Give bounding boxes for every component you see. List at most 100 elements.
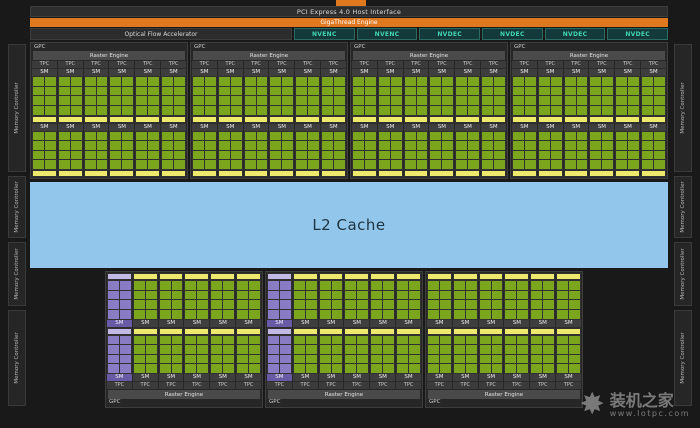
compute-unit-cell	[306, 355, 317, 364]
compute-unit-cell	[270, 96, 281, 105]
sm-unit-grid	[293, 280, 318, 320]
compute-unit-cell	[197, 345, 208, 354]
rt-core-bar	[110, 117, 133, 122]
compute-unit-cell	[513, 77, 524, 86]
sm-label: SM	[564, 124, 589, 131]
gpc-label: GPC	[107, 399, 261, 406]
compute-unit-cell	[353, 87, 364, 96]
compute-unit-cell	[440, 281, 451, 290]
compute-unit-cell	[223, 300, 234, 309]
compute-unit-cell	[110, 96, 121, 105]
sm-label: SM	[344, 374, 369, 381]
rt-core-bar	[322, 117, 345, 122]
compute-unit-cell	[193, 87, 204, 96]
compute-unit-cell	[280, 345, 291, 354]
tpc-label: TPC	[404, 61, 429, 68]
compute-unit-cell	[320, 291, 331, 300]
compute-unit-cell	[59, 151, 70, 160]
sm-label: SM	[109, 124, 134, 131]
compute-unit-cell	[97, 141, 108, 150]
compute-unit-cell	[85, 141, 96, 150]
compute-unit-cell	[466, 300, 477, 309]
sm-unit-grid	[564, 131, 589, 171]
compute-unit-cell	[543, 345, 554, 354]
sm-label: SM	[210, 374, 235, 381]
compute-unit-cell	[122, 96, 133, 105]
compute-unit-cell	[494, 96, 505, 105]
compute-unit-cell	[628, 96, 639, 105]
sm-block: SM	[133, 328, 158, 382]
compute-unit-cell	[430, 151, 441, 160]
compute-unit-cell	[397, 300, 408, 309]
compute-unit-cell	[332, 281, 343, 290]
compute-unit-cell	[456, 160, 467, 169]
compute-unit-cell	[332, 364, 343, 373]
compute-unit-cell	[456, 151, 467, 160]
compute-unit-cell	[146, 310, 157, 319]
compute-unit-cell	[417, 160, 428, 169]
compute-unit-cell	[365, 87, 376, 96]
sm-unit-grid	[192, 76, 217, 116]
compute-unit-cell	[466, 336, 477, 345]
compute-unit-cell	[257, 96, 268, 105]
compute-unit-cell	[280, 364, 291, 373]
compute-unit-cell	[513, 132, 524, 141]
sm-block: SM	[453, 328, 478, 382]
compute-unit-cell	[379, 87, 390, 96]
compute-unit-cell	[430, 77, 441, 86]
gpc-label: GPC	[512, 44, 666, 51]
memory-controller-left-0: Memory Controller	[8, 44, 26, 172]
rt-core-bar	[565, 171, 588, 176]
sm-unit-grid	[641, 131, 666, 171]
compute-unit-cell	[379, 132, 390, 141]
compute-unit-cell	[71, 141, 82, 150]
compute-unit-cell	[205, 160, 216, 169]
compute-unit-cell	[162, 77, 173, 86]
sm-label: SM	[404, 69, 429, 76]
sm-unit-grid	[58, 76, 83, 116]
compute-unit-cell	[294, 310, 305, 319]
compute-unit-cell	[282, 141, 293, 150]
rt-core-bar	[480, 274, 503, 279]
compute-unit-cell	[282, 151, 293, 160]
compute-unit-cell	[205, 141, 216, 150]
sm-label: SM	[556, 374, 581, 381]
compute-unit-cell	[539, 151, 550, 160]
sm-label: SM	[236, 320, 261, 327]
compute-unit-cell	[543, 355, 554, 364]
compute-unit-cell	[654, 96, 665, 105]
compute-unit-cell	[430, 106, 441, 115]
compute-unit-cell	[249, 281, 260, 290]
tpc-label: TPC	[589, 61, 614, 68]
sm-block: SM	[641, 124, 666, 178]
compute-unit-cell	[320, 345, 331, 354]
sm-unit-grid	[218, 131, 243, 171]
compute-unit-cell	[97, 87, 108, 96]
sm-unit-grid	[504, 335, 529, 375]
rt-core-bar	[379, 117, 402, 122]
compute-unit-cell	[539, 77, 550, 86]
compute-unit-cell	[45, 77, 56, 86]
compute-unit-cell	[391, 96, 402, 105]
compute-unit-cell	[108, 310, 119, 319]
rt-core-bar	[531, 274, 554, 279]
tpc-label: TPC	[641, 61, 666, 68]
gpc-top-1: GPCRaster EngineTPCSMSMTPCSMSMTPCSMSMTPC…	[190, 42, 348, 179]
compute-unit-cell	[219, 132, 230, 141]
rt-core-bar	[211, 329, 234, 334]
sm-unit-grid	[184, 335, 209, 375]
compute-unit-cell	[146, 355, 157, 364]
compute-unit-cell	[193, 96, 204, 105]
tpc-label: TPC	[321, 61, 346, 68]
compute-unit-cell	[454, 364, 465, 373]
compute-unit-cell	[642, 106, 653, 115]
sm-unit-grid	[396, 335, 421, 375]
tpc-label: TPC	[352, 61, 377, 68]
rt-core-bar	[322, 171, 345, 176]
compute-unit-cell	[565, 132, 576, 141]
sm-unit-grid	[530, 280, 555, 320]
compute-unit-cell	[332, 310, 343, 319]
sm-label: SM	[429, 124, 454, 131]
compute-unit-cell	[442, 151, 453, 160]
compute-unit-cell	[294, 364, 305, 373]
